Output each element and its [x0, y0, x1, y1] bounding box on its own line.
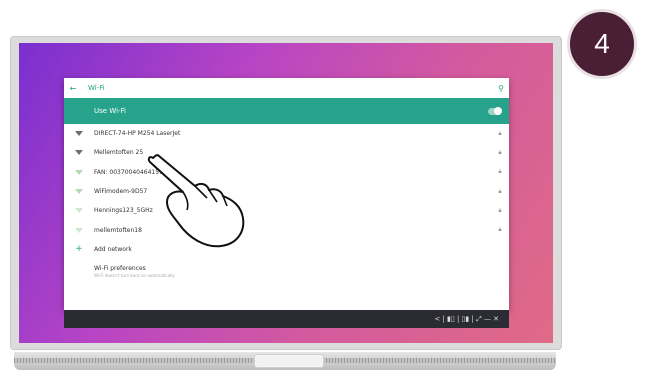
lock-icon: 🔒︎ [498, 226, 502, 234]
display-screen: ← Wi-Fi ⚲ Use Wi-Fi DIRECT-74-HP M254 La… [19, 43, 553, 343]
use-wifi-label: Use Wi-Fi [94, 107, 127, 115]
page-title: Wi-Fi [88, 84, 105, 92]
add-network-button[interactable]: + Add network [64, 240, 509, 259]
network-item[interactable]: Mellemtoften 25 🔒︎ [64, 143, 509, 162]
network-item[interactable]: FAN: 0037004046415719 🔒︎ [64, 163, 509, 182]
pointing-hand-icon [147, 154, 245, 248]
wifi-signal-icon [75, 189, 83, 195]
use-wifi-row[interactable]: Use Wi-Fi [64, 98, 509, 124]
control-panel [254, 354, 324, 368]
preferences-subtitle: Wi-Fi doesn't turn back on automatically [94, 273, 175, 279]
wifi-signal-icon [75, 131, 83, 137]
display-stand [14, 352, 556, 370]
network-item[interactable]: mellemtoften18 🔒︎ [64, 220, 509, 239]
network-item[interactable]: DIRECT-74-HP M254 LaserJet 🔒︎ [64, 124, 509, 143]
wifi-settings-panel: ← Wi-Fi ⚲ Use Wi-Fi DIRECT-74-HP M254 La… [64, 78, 509, 310]
network-item[interactable]: Hennings123_5GHz 🔒︎ [64, 201, 509, 220]
step-badge: 4 [567, 9, 637, 79]
network-name: DIRECT-74-HP M254 LaserJet [94, 130, 181, 138]
preferences-title: Wi-Fi preferences [94, 265, 146, 273]
search-icon[interactable]: ⚲ [493, 84, 509, 93]
network-item[interactable]: WiFimodem-9D57 🔒︎ [64, 182, 509, 201]
window-taskbar: < | ▮▯ | ▯▮ | ⤢ — ✕ [64, 310, 509, 328]
lock-icon: 🔒︎ [498, 187, 502, 195]
wifi-header: ← Wi-Fi ⚲ [64, 78, 509, 98]
arrow-back-icon[interactable]: ← [64, 84, 82, 93]
wifi-signal-icon [75, 150, 83, 156]
wifi-preferences-item[interactable]: Wi-Fi preferences Wi-Fi doesn't turn bac… [64, 259, 509, 278]
lock-icon: 🔒︎ [498, 148, 502, 156]
lock-icon: 🔒︎ [498, 129, 502, 137]
lock-icon: 🔒︎ [498, 168, 502, 176]
use-wifi-toggle[interactable] [488, 106, 502, 115]
lock-icon: 🔒︎ [498, 206, 502, 214]
wifi-signal-icon [75, 169, 83, 175]
window-controls[interactable]: < | ▮▯ | ▯▮ | ⤢ — ✕ [434, 315, 499, 324]
wifi-signal-icon [75, 208, 83, 214]
plus-icon: + [75, 244, 83, 255]
wifi-signal-icon [75, 227, 83, 233]
